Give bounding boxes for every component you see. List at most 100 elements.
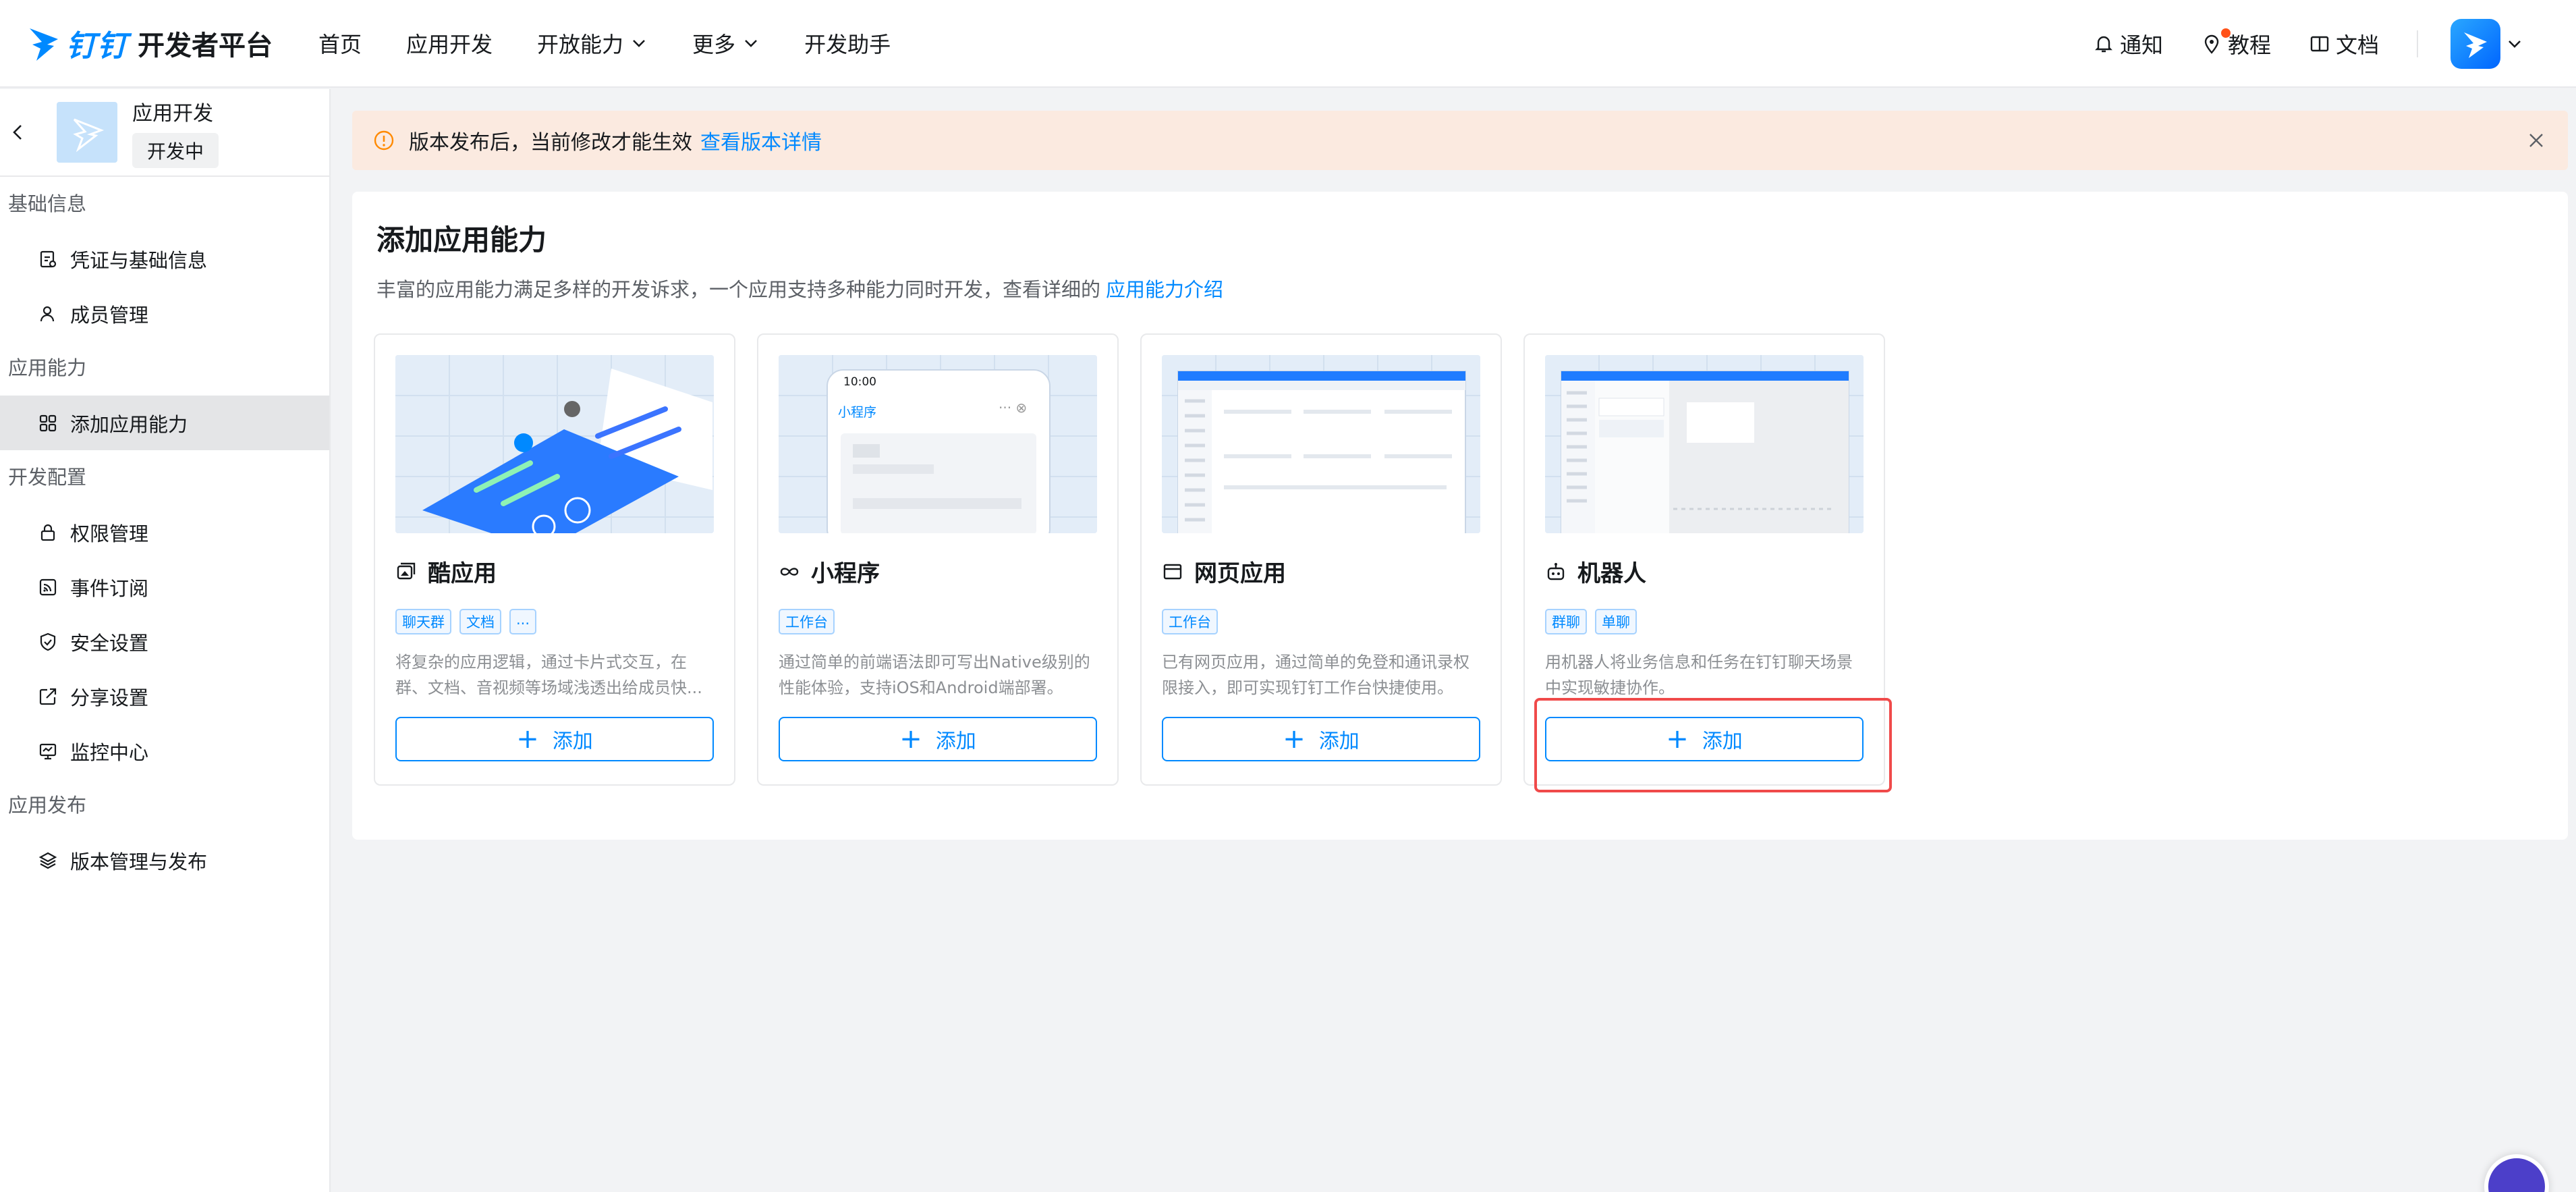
- chevron-down-icon: [2509, 40, 2521, 48]
- sidebar-item-label: 事件订阅: [70, 576, 149, 600]
- grid-icon: [39, 414, 57, 431]
- close-icon[interactable]: [2525, 129, 2548, 152]
- nav-item-label: 开发助手: [804, 32, 891, 57]
- sidebar-item-events[interactable]: 事件订阅: [0, 560, 329, 614]
- cool-app-illustration: [395, 355, 714, 533]
- sidebar-item-monitor[interactable]: 监控中心: [0, 724, 329, 778]
- sidebar-item-label: 安全设置: [70, 631, 149, 655]
- nav-item-open-capability[interactable]: 开放能力: [537, 28, 648, 59]
- sidebar-item-security[interactable]: 安全设置: [0, 614, 329, 669]
- back-arrow-icon[interactable]: [8, 122, 28, 142]
- floating-assistant-button[interactable]: [2484, 1154, 2549, 1192]
- brand-subtitle: 开发者平台: [138, 30, 273, 61]
- chevron-down-icon: [745, 40, 757, 47]
- tutorial-label: 教程: [2227, 32, 2271, 58]
- top-navigation-bar: 钉钉 开发者平台 首页 应用开发 开放能力 更多 开发助手 通知 教程 文档: [0, 0, 2576, 88]
- app-meta: 应用开发 开发中: [132, 97, 219, 168]
- sidebar-item-label: 监控中心: [70, 740, 149, 764]
- page-title: 添加应用能力: [376, 223, 547, 256]
- nav-item-app-dev[interactable]: 应用开发: [406, 28, 493, 59]
- card-tags: 聊天群 文档 ...: [395, 609, 544, 634]
- robot-icon: [1547, 562, 1565, 580]
- share-icon: [39, 688, 57, 705]
- status-badge: 开发中: [132, 133, 219, 168]
- tag-more[interactable]: ...: [509, 609, 537, 634]
- card-description: 用机器人将业务信息和任务在钉钉聊天场景中实现敏捷协作。: [1545, 653, 1853, 697]
- group-title-dev-config: 开发配置: [8, 466, 87, 489]
- card-description: 通过简单的前端语法即可写出Native级别的性能体验，支持iOS和Android…: [779, 653, 1090, 697]
- nav-item-label: 开放能力: [537, 32, 624, 57]
- card-illustration: [1162, 355, 1480, 533]
- cool-app-icon: [397, 562, 416, 579]
- group-title-basic: 基础信息: [8, 192, 87, 215]
- brand-logo-link[interactable]: 钉钉 开发者平台: [27, 22, 273, 65]
- nav-item-dev-assistant[interactable]: 开发助手: [804, 28, 891, 59]
- notify-label: 通知: [2119, 32, 2163, 58]
- sidebar-item-add-capability[interactable]: 添加应用能力: [0, 396, 329, 450]
- add-button-label: 添加: [1318, 730, 1360, 753]
- card-title: 机器人: [1545, 555, 1646, 588]
- sidebar-item-members[interactable]: 成员管理: [0, 286, 329, 341]
- app-icon: [57, 102, 117, 163]
- nav-item-more[interactable]: 更多: [692, 28, 760, 59]
- view-version-details-link[interactable]: 查看版本详情: [700, 126, 822, 155]
- notify-link[interactable]: 通知: [2093, 28, 2163, 59]
- add-button-label: 添加: [552, 730, 593, 753]
- avatar: [2451, 19, 2500, 69]
- nav-right-actions: 通知 教程 文档: [2093, 0, 2576, 88]
- card-title-label: 酷应用: [428, 560, 497, 587]
- plus-icon: +: [899, 724, 922, 755]
- dingtalk-logo-icon: [30, 28, 58, 61]
- add-capability-panel: 添加应用能力 丰富的应用能力满足多样的开发诉求，一个应用支持多种能力同时开发，查…: [352, 192, 2568, 840]
- robot-illustration: [1545, 355, 1864, 533]
- banner-text: 版本发布后，当前修改才能生效: [409, 131, 692, 155]
- shield-icon: [40, 632, 56, 651]
- sidebar-item-share[interactable]: 分享设置: [0, 669, 329, 724]
- tag: 文档: [459, 609, 501, 634]
- page-description: 丰富的应用能力满足多样的开发诉求，一个应用支持多种能力同时开发，查看详细的 应用能…: [376, 274, 1223, 302]
- brand-word: 钉钉: [66, 29, 128, 63]
- sidebar-item-permissions[interactable]: 权限管理: [0, 505, 329, 560]
- lock-icon: [40, 524, 55, 541]
- user-avatar-menu[interactable]: [2451, 19, 2523, 69]
- sidebar-item-credentials[interactable]: 凭证与基础信息: [0, 232, 329, 286]
- add-cool-app-button[interactable]: + 添加: [395, 717, 714, 761]
- info-circle-icon: [374, 130, 394, 151]
- book-icon: [2310, 36, 2329, 52]
- chevron-down-icon: [633, 40, 645, 47]
- pin-icon: [2204, 34, 2219, 54]
- card-tags: 群聊 单聊: [1545, 609, 1645, 634]
- capability-card-cool-app: 酷应用 聊天群 文档 ... 将复杂的应用逻辑，通过卡片式交互，在群、文档、音视…: [374, 333, 735, 786]
- docs-link[interactable]: 文档: [2309, 28, 2379, 59]
- web-app-icon: [1163, 564, 1182, 579]
- plus-icon: +: [1283, 724, 1306, 755]
- bell-icon: [2095, 36, 2112, 53]
- group-title-release: 应用发布: [8, 794, 87, 817]
- mock-time: 10:00: [843, 375, 876, 389]
- sidebar-item-versions[interactable]: 版本管理与发布: [0, 833, 329, 888]
- tag: 单聊: [1595, 609, 1637, 634]
- sidebar-item-label: 成员管理: [70, 303, 149, 327]
- sidebar-item-label: 权限管理: [70, 522, 149, 545]
- add-mini-program-button[interactable]: + 添加: [779, 717, 1097, 761]
- add-button-label: 添加: [935, 730, 976, 753]
- add-web-app-button[interactable]: + 添加: [1162, 717, 1480, 761]
- user-icon: [40, 306, 55, 321]
- mini-program-icon: [780, 567, 799, 576]
- card-tags: 工作台: [1162, 609, 1226, 634]
- capability-intro-link[interactable]: 应用能力介绍: [1106, 278, 1223, 301]
- notification-dot: [2220, 28, 2231, 38]
- sidebar-item-label: 凭证与基础信息: [70, 248, 208, 272]
- nav-item-home[interactable]: 首页: [318, 28, 362, 59]
- sidebar-item-label: 版本管理与发布: [70, 850, 208, 873]
- card-title: 小程序: [779, 555, 880, 588]
- credential-icon: [40, 250, 57, 267]
- tag: 聊天群: [395, 609, 451, 634]
- card-title: 网页应用: [1162, 555, 1286, 588]
- tutorial-link[interactable]: 教程: [2201, 28, 2271, 59]
- app-header: 应用开发 开发中: [0, 89, 329, 177]
- layers-icon: [38, 852, 57, 869]
- nav-item-label: 应用开发: [406, 32, 493, 57]
- capability-card-mini-program: 10:00 小程序 ··· ⊗ 小程序 工作台 通过简单的前端语法即可写出Nat…: [757, 333, 1119, 786]
- web-app-illustration: [1162, 355, 1480, 533]
